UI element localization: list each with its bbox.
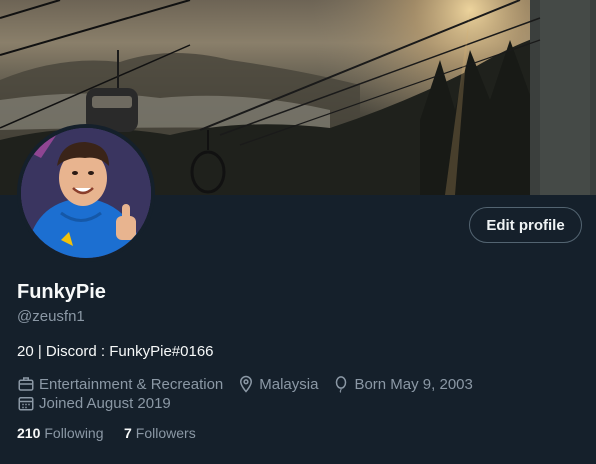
briefcase-icon [18, 377, 34, 391]
calendar-icon [18, 397, 34, 411]
profile-birthdate: Born May 9, 2003 [332, 375, 473, 393]
location-pin-icon [240, 375, 253, 393]
profile-joined-row: Joined August 2019 [17, 394, 185, 412]
edit-profile-button[interactable]: Edit profile [469, 207, 582, 243]
profile-meta-row: Entertainment & Recreation Malaysia Born… [17, 375, 487, 393]
following-label: Following [44, 425, 104, 441]
profile-category: Entertainment & Recreation [17, 375, 223, 393]
following-count: 210 [17, 425, 41, 441]
profile-handle: @zeusfn1 [17, 308, 85, 325]
balloon-icon [336, 376, 347, 393]
profile-location: Malaysia [237, 375, 318, 393]
following-link[interactable]: 210 Following [17, 425, 104, 441]
profile-bio: 20 | Discord : FunkyPie#0166 [17, 343, 214, 360]
followers-count: 7 [124, 425, 132, 441]
born-label: Born May 9, 2003 [354, 375, 473, 393]
followers-label: Followers [135, 425, 196, 441]
profile-display-name: FunkyPie [17, 281, 106, 303]
followers-link[interactable]: 7 Followers [124, 425, 196, 441]
category-label: Entertainment & Recreation [39, 375, 224, 393]
location-label: Malaysia [259, 375, 319, 393]
avatar-image [21, 128, 151, 258]
joined-label: Joined August 2019 [39, 394, 171, 412]
profile-joined: Joined August 2019 [17, 394, 171, 412]
profile-avatar[interactable] [17, 124, 155, 262]
